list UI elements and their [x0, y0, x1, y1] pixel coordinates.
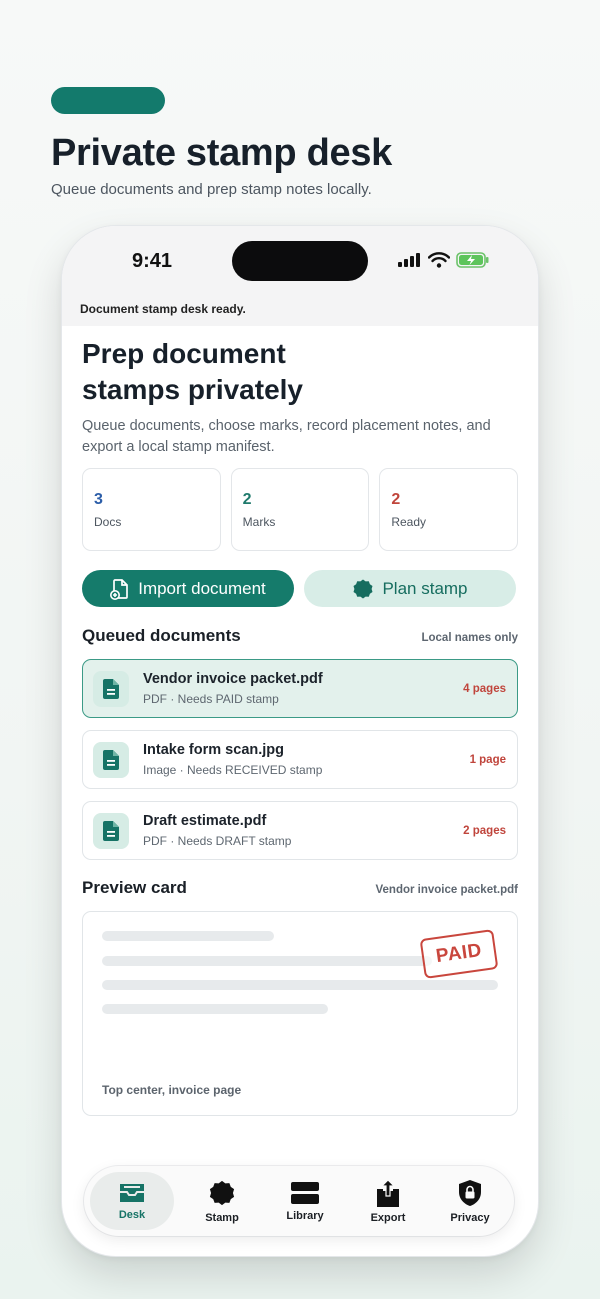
- document-pages: 1 page: [469, 753, 506, 766]
- preview-file: Vendor invoice packet.pdf: [375, 884, 518, 896]
- stat-value: 2: [391, 491, 401, 508]
- tab-desk[interactable]: Desk: [90, 1172, 174, 1230]
- hero-subtitle: Queue documents and prep stamp notes loc…: [51, 181, 372, 198]
- library-icon: [291, 1181, 319, 1204]
- tab-bar: Desk Stamp Library Export Privacy: [84, 1166, 514, 1236]
- phone-frame: 9:41 Document stamp desk ready. Prep doc…: [62, 226, 538, 1256]
- share-icon: [377, 1178, 399, 1207]
- document-text: Draft estimate.pdf PDF · Needs DRAFT sta…: [143, 813, 463, 848]
- document-icon: [103, 749, 119, 770]
- signal-icon: [398, 253, 420, 267]
- stat-label: Docs: [94, 515, 122, 529]
- seal-icon: [209, 1180, 235, 1205]
- status-icons: [398, 252, 490, 268]
- action-row: Import document Plan stamp: [82, 570, 518, 607]
- tab-label: Stamp: [205, 1211, 239, 1224]
- wifi-icon: [428, 252, 450, 268]
- tab-stamp[interactable]: Stamp: [180, 1166, 264, 1236]
- status-banner: Document stamp desk ready.: [80, 302, 246, 316]
- queue-note: Local names only: [421, 632, 518, 644]
- preview-header: Preview card Vendor invoice packet.pdf: [82, 878, 518, 898]
- document-name: Intake form scan.jpg: [143, 742, 285, 758]
- tab-library[interactable]: Library: [263, 1166, 347, 1236]
- document-pages: 2 pages: [463, 824, 506, 837]
- paid-stamp[interactable]: PAID: [419, 929, 499, 979]
- document-row[interactable]: Intake form scan.jpg Image · Needs RECEI…: [82, 730, 518, 789]
- placeholder-line: [102, 931, 274, 941]
- stat-value: 3: [94, 491, 103, 508]
- tab-label: Desk: [118, 1208, 146, 1221]
- dynamic-island: [232, 241, 368, 281]
- document-meta: PDF · Needs PAID stamp: [143, 692, 279, 706]
- document-icon-box: [93, 670, 129, 707]
- placeholder-line: [102, 1004, 328, 1014]
- tab-label: Library: [286, 1209, 324, 1222]
- document-meta: Image · Needs RECEIVED stamp: [143, 763, 323, 777]
- document-meta: PDF · Needs DRAFT stamp: [143, 834, 292, 848]
- stat-label: Marks: [242, 515, 276, 529]
- stat-card-ready: 2 Ready: [379, 468, 519, 551]
- tray-icon: [120, 1183, 144, 1202]
- stat-card-docs: 3 Docs: [82, 468, 221, 551]
- main-description: Queue documents, choose marks, record pl…: [82, 418, 491, 455]
- document-icon-box: [93, 812, 129, 849]
- document-text: Intake form scan.jpg Image · Needs RECEI…: [143, 742, 470, 777]
- preview-title: Preview card: [82, 878, 187, 897]
- stat-label: Ready: [391, 515, 427, 529]
- document-text: Vendor invoice packet.pdf PDF · Needs PA…: [143, 671, 463, 706]
- file-add-icon: [110, 578, 129, 600]
- stat-value: 2: [242, 491, 252, 508]
- document-name: Vendor invoice packet.pdf: [143, 671, 323, 687]
- queue-title: Queued documents: [82, 626, 241, 645]
- battery-charging-icon: [456, 252, 489, 268]
- plan-stamp-button[interactable]: Plan stamp: [304, 570, 516, 607]
- stat-card-marks: 2 Marks: [230, 468, 370, 551]
- document-row[interactable]: Vendor invoice packet.pdf PDF · Needs PA…: [82, 659, 518, 718]
- plan-stamp-label: Plan stamp: [382, 578, 468, 598]
- document-row[interactable]: Draft estimate.pdf PDF · Needs DRAFT sta…: [82, 801, 518, 860]
- lock-shield-icon: [459, 1179, 481, 1206]
- placeholder-line: [102, 980, 498, 990]
- import-document-label: Import document: [138, 578, 266, 598]
- tab-export[interactable]: Export: [346, 1166, 430, 1236]
- tab-label: Privacy: [450, 1211, 490, 1224]
- document-icon: [103, 820, 119, 841]
- seal-icon: [353, 579, 373, 598]
- status-time: 9:41: [132, 250, 173, 272]
- main-title: Prep document stamps privately: [82, 338, 303, 405]
- tab-label: Export: [370, 1211, 406, 1224]
- queue-header: Queued documents Local names only: [82, 626, 518, 646]
- accent-pill: [51, 87, 165, 114]
- import-document-button[interactable]: Import document: [82, 570, 294, 607]
- placeholder-line: [102, 956, 432, 966]
- main-content: Prep document stamps privately Queue doc…: [82, 326, 519, 1116]
- document-name: Draft estimate.pdf: [143, 813, 267, 829]
- preview-card: PAID Top center, invoice page: [82, 911, 518, 1116]
- stats-row: 3 Docs 2 Marks 2 Ready: [82, 468, 519, 551]
- hero-title: Private stamp desk: [51, 132, 392, 174]
- document-icon-box: [93, 741, 129, 778]
- tab-privacy[interactable]: Privacy: [428, 1166, 512, 1236]
- status-area: 9:41 Document stamp desk ready.: [62, 226, 538, 326]
- document-pages: 4 pages: [463, 682, 506, 695]
- placement-note: Top center, invoice page: [102, 1083, 242, 1097]
- document-icon: [103, 678, 119, 699]
